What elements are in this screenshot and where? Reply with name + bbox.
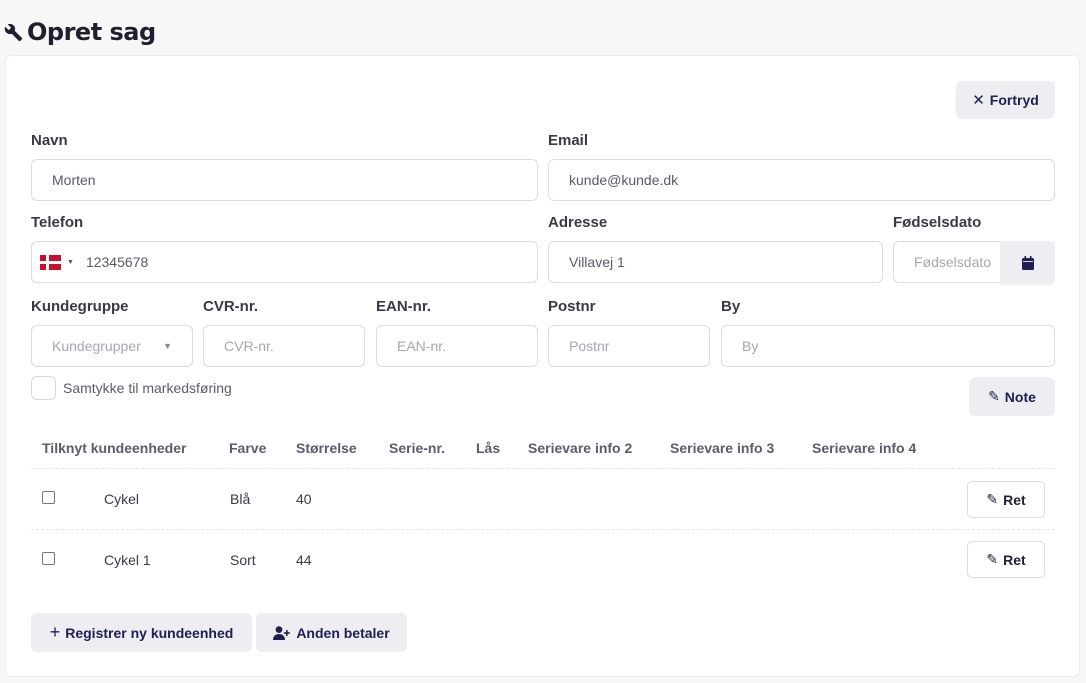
table-divider: [31, 468, 1055, 469]
customer-group-select[interactable]: Kundegrupper ▼: [31, 325, 193, 367]
table-row-size: 44: [296, 552, 312, 568]
email-label: Email: [548, 132, 589, 149]
table-row-name: Cykel 1: [104, 552, 151, 568]
birthdate-input[interactable]: Fødselsdato: [893, 241, 1001, 283]
table-row-color: Blå: [230, 491, 251, 507]
customer-group-label: Kundegruppe: [31, 298, 129, 315]
city-label: By: [721, 298, 741, 315]
address-input[interactable]: Villavej 1: [548, 241, 883, 283]
table-header-lock: Lås: [476, 440, 501, 456]
caret-down-icon: ▼: [163, 341, 172, 351]
caret-down-icon: ▼: [67, 258, 74, 266]
table-header-info2: Serievare info 2: [528, 440, 633, 456]
name-label: Navn: [31, 132, 68, 149]
edit-row-button[interactable]: ✎ Ret: [967, 481, 1045, 518]
pencil-icon: ✎: [986, 491, 999, 507]
city-input[interactable]: By: [721, 325, 1055, 367]
page-title: Opret sag: [4, 18, 156, 46]
birthdate-label: Fødselsdato: [893, 214, 982, 231]
row-select-checkbox[interactable]: [42, 491, 55, 504]
page-title-text: Opret sag: [27, 18, 156, 46]
calendar-button[interactable]: [1000, 241, 1055, 285]
email-input[interactable]: kunde@kunde.dk: [548, 159, 1055, 201]
add-user-icon: [273, 625, 291, 640]
marketing-consent-checkbox[interactable]: [31, 376, 56, 400]
table-divider: [31, 529, 1055, 530]
cvr-label: CVR-nr.: [203, 298, 259, 315]
table-header-info4: Serievare info 4: [812, 440, 917, 456]
plus-icon: +: [49, 622, 61, 642]
cancel-button[interactable]: ✕ Fortryd: [956, 81, 1055, 119]
register-unit-button[interactable]: + Registrer ny kundeenhed: [31, 613, 252, 652]
address-label: Adresse: [548, 214, 608, 231]
table-header-units: Tilknyt kundeenheder: [42, 440, 187, 456]
pencil-icon: ✎: [988, 388, 1000, 404]
row-select-checkbox[interactable]: [42, 552, 55, 565]
postal-input[interactable]: Postnr: [548, 325, 710, 367]
edit-row-button[interactable]: ✎ Ret: [967, 541, 1045, 578]
close-icon: ✕: [972, 92, 985, 109]
postal-label: Postnr: [548, 298, 596, 315]
case-form-card: ✕ Fortryd Navn Morten Email kunde@kunde.…: [5, 55, 1080, 677]
phone-label: Telefon: [31, 214, 84, 231]
ean-input[interactable]: EAN-nr.: [376, 325, 538, 367]
table-row-color: Sort: [230, 552, 256, 568]
note-button[interactable]: ✎ Note: [969, 377, 1055, 416]
table-header-size: Størrelse: [296, 440, 357, 456]
table-header-color: Farve: [229, 440, 267, 456]
marketing-consent-label: Samtykke til markedsføring: [63, 380, 232, 396]
table-header-info3: Serievare info 3: [670, 440, 775, 456]
country-selector[interactable]: ▼: [40, 254, 74, 270]
table-header-serial: Serie-nr.: [389, 440, 446, 456]
other-payer-button[interactable]: Anden betaler: [256, 613, 407, 652]
phone-value: 12345678: [85, 254, 149, 270]
ean-label: EAN-nr.: [376, 298, 432, 315]
wrench-icon: [4, 23, 23, 41]
phone-input[interactable]: ▼ 12345678: [31, 241, 538, 283]
calendar-icon: [1021, 256, 1034, 270]
name-input[interactable]: Morten: [31, 159, 538, 201]
denmark-flag-icon: [40, 254, 61, 270]
cvr-input[interactable]: CVR-nr.: [203, 325, 365, 367]
table-row-name: Cykel: [104, 491, 140, 507]
table-row-size: 40: [296, 491, 312, 507]
pencil-icon: ✎: [986, 551, 999, 567]
